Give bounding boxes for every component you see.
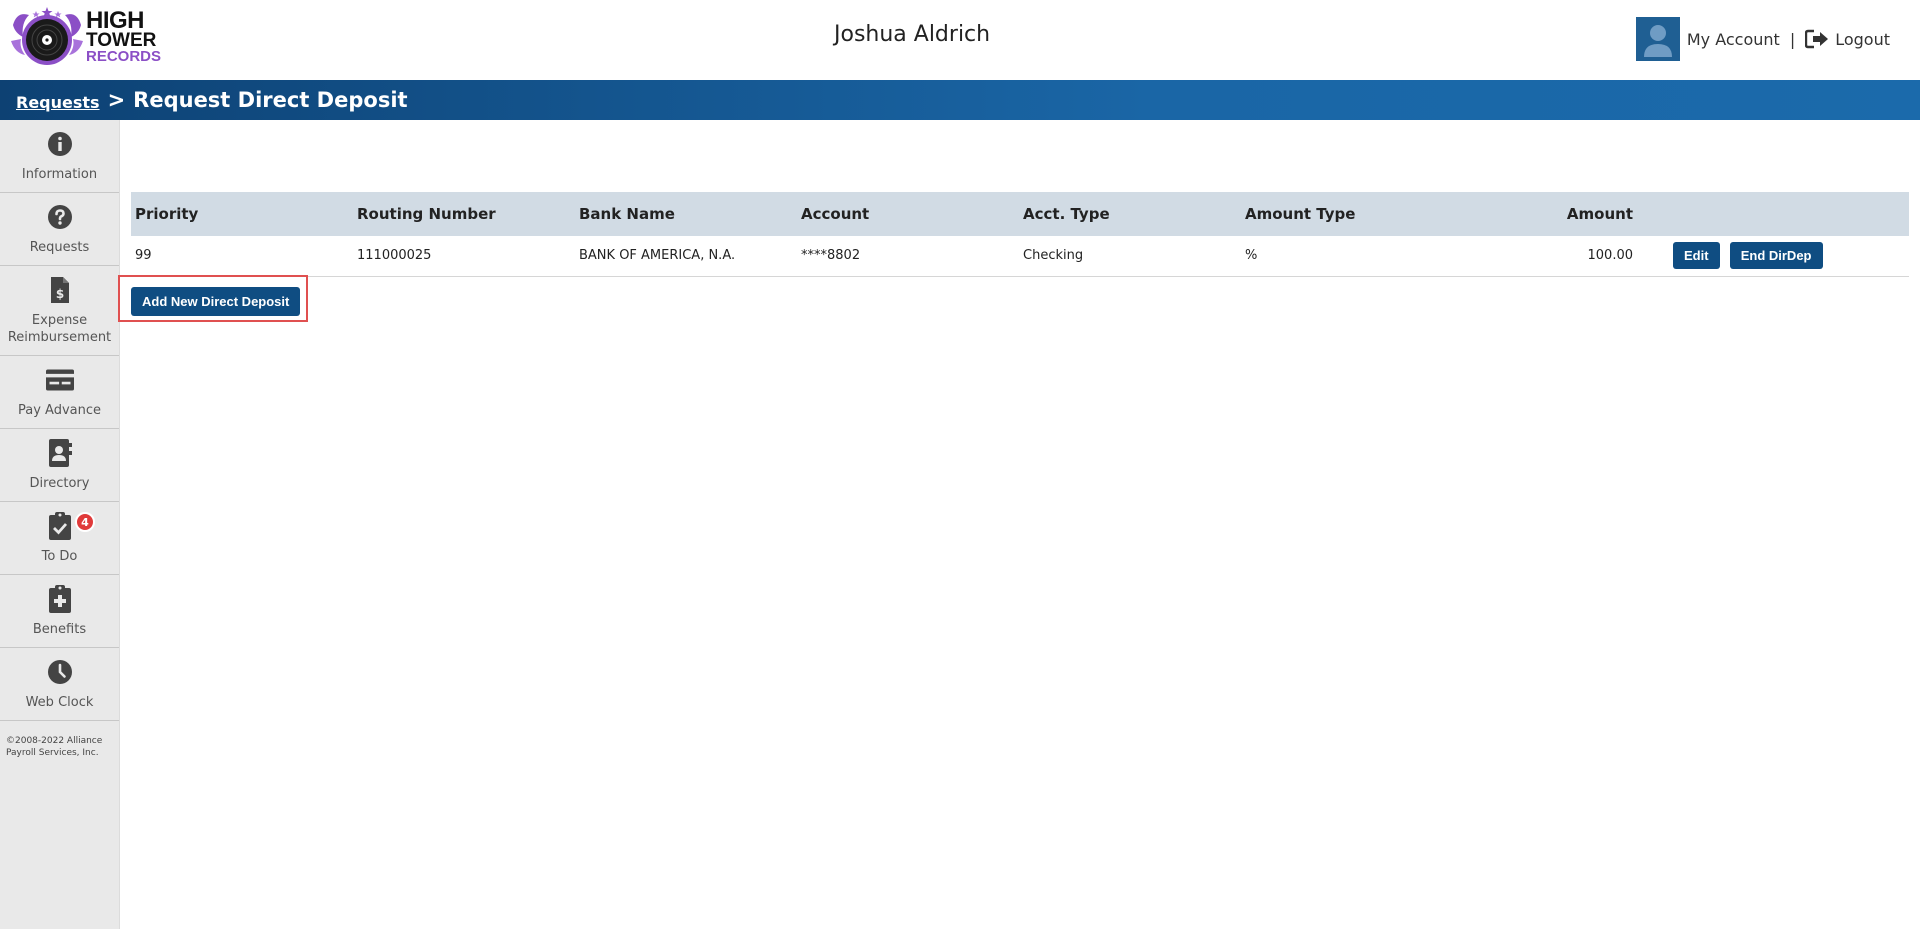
end-dirdep-button[interactable]: End DirDep xyxy=(1729,242,1823,270)
cell-amount: 100.00 xyxy=(1587,248,1634,264)
address-book-icon xyxy=(46,439,74,467)
vinyl-record-logo-icon xyxy=(11,7,83,65)
sidebar-item-label: Requests xyxy=(29,240,90,255)
breadcrumb-requests-link[interactable]: Requests xyxy=(16,93,100,112)
question-circle-icon xyxy=(46,203,74,231)
column-header-priority: Priority xyxy=(135,205,199,223)
dollar-document-icon: $ xyxy=(46,276,74,304)
logo-line-records: RECORDS xyxy=(86,48,162,65)
copyright-notice: ©2008-2022 Alliance Payroll Services, In… xyxy=(6,736,103,758)
sidebar-item-label: Pay Advance xyxy=(17,403,101,418)
sidebar: Information Requests $ Expense Reimburse… xyxy=(0,120,120,929)
sidebar-item-directory[interactable]: Directory xyxy=(0,429,119,502)
clock-icon xyxy=(46,658,74,686)
credit-card-icon xyxy=(45,366,74,394)
avatar[interactable] xyxy=(1635,17,1680,61)
column-header-amount: Amount xyxy=(1566,205,1633,223)
sidebar-item-web-clock[interactable]: Web Clock xyxy=(0,648,119,721)
user-silhouette-icon xyxy=(1643,25,1672,57)
logout-icon[interactable] xyxy=(1805,29,1829,49)
cell-priority: 99 xyxy=(135,248,152,264)
table-header-row: Priority Routing Number Bank Name Accoun… xyxy=(131,192,1909,236)
svg-text:$: $ xyxy=(55,287,63,301)
sidebar-item-to-do[interactable]: 4 To Do xyxy=(0,502,119,575)
cell-account: ****8802 xyxy=(801,248,861,264)
sidebar-item-label: Benefits xyxy=(32,622,87,637)
add-new-direct-deposit-button[interactable]: Add New Direct Deposit xyxy=(131,287,301,316)
page-title: Request Direct Deposit xyxy=(133,88,408,112)
account-area: My Account | Logout xyxy=(1635,17,1890,61)
sidebar-item-label: Expense Reimbursement xyxy=(7,313,112,345)
column-header-acct-type: Acct. Type xyxy=(1023,205,1110,223)
info-circle-icon xyxy=(46,130,74,158)
logo-wordmark: HIGH TOWER RECORDS xyxy=(86,7,162,65)
sidebar-item-label: Information xyxy=(21,167,98,182)
sidebar-item-information[interactable]: Information xyxy=(0,120,119,193)
sidebar-item-label: Web Clock xyxy=(25,695,94,710)
clipboard-check-icon xyxy=(46,512,74,540)
cell-acct-type: Checking xyxy=(1023,248,1084,264)
column-header-actions xyxy=(1647,192,1909,236)
sidebar-item-benefits[interactable]: Benefits xyxy=(0,575,119,648)
cell-bank-name: BANK OF AMERICA, N.A. xyxy=(579,248,736,264)
header-separator: | xyxy=(1789,29,1796,49)
todo-count-badge: 4 xyxy=(75,512,95,532)
cell-amount-type: % xyxy=(1245,248,1258,264)
sidebar-item-requests[interactable]: Requests xyxy=(0,193,119,266)
column-header-bank-name: Bank Name xyxy=(579,205,675,223)
logout-link[interactable]: Logout xyxy=(1835,30,1890,49)
direct-deposit-table-area: Priority Routing Number Bank Name Accoun… xyxy=(131,192,1909,277)
my-account-link[interactable]: My Account xyxy=(1687,30,1780,49)
sidebar-item-label: To Do xyxy=(41,549,78,564)
cell-actions: Edit End DirDep xyxy=(1647,236,1909,276)
cell-routing-number: 111000025 xyxy=(357,248,432,264)
page-title-bar: Requests > Request Direct Deposit xyxy=(0,80,1920,120)
edit-button[interactable]: Edit xyxy=(1673,242,1720,270)
table-row: 99 111000025 BANK OF AMERICA, N.A. ****8… xyxy=(131,236,1909,276)
sidebar-item-label: Directory xyxy=(29,476,90,491)
column-header-amount-type: Amount Type xyxy=(1245,205,1356,223)
column-header-account: Account xyxy=(801,205,870,223)
column-header-routing-number: Routing Number xyxy=(357,205,496,223)
company-logo[interactable]: HIGH TOWER RECORDS xyxy=(11,3,171,69)
logo-line-tower: TOWER xyxy=(86,30,157,51)
clipboard-plus-icon xyxy=(46,585,74,613)
direct-deposit-table: Priority Routing Number Bank Name Accoun… xyxy=(131,192,1909,277)
logo-line-high: HIGH xyxy=(86,7,145,34)
user-name: Joshua Aldrich xyxy=(834,22,991,47)
top-header: HIGH TOWER RECORDS Joshua Aldrich My Acc… xyxy=(0,0,1920,80)
sidebar-item-expense-reimbursement[interactable]: $ Expense Reimbursement xyxy=(0,266,119,356)
sidebar-item-pay-advance[interactable]: Pay Advance xyxy=(0,356,119,429)
breadcrumb-separator: > xyxy=(107,88,126,112)
